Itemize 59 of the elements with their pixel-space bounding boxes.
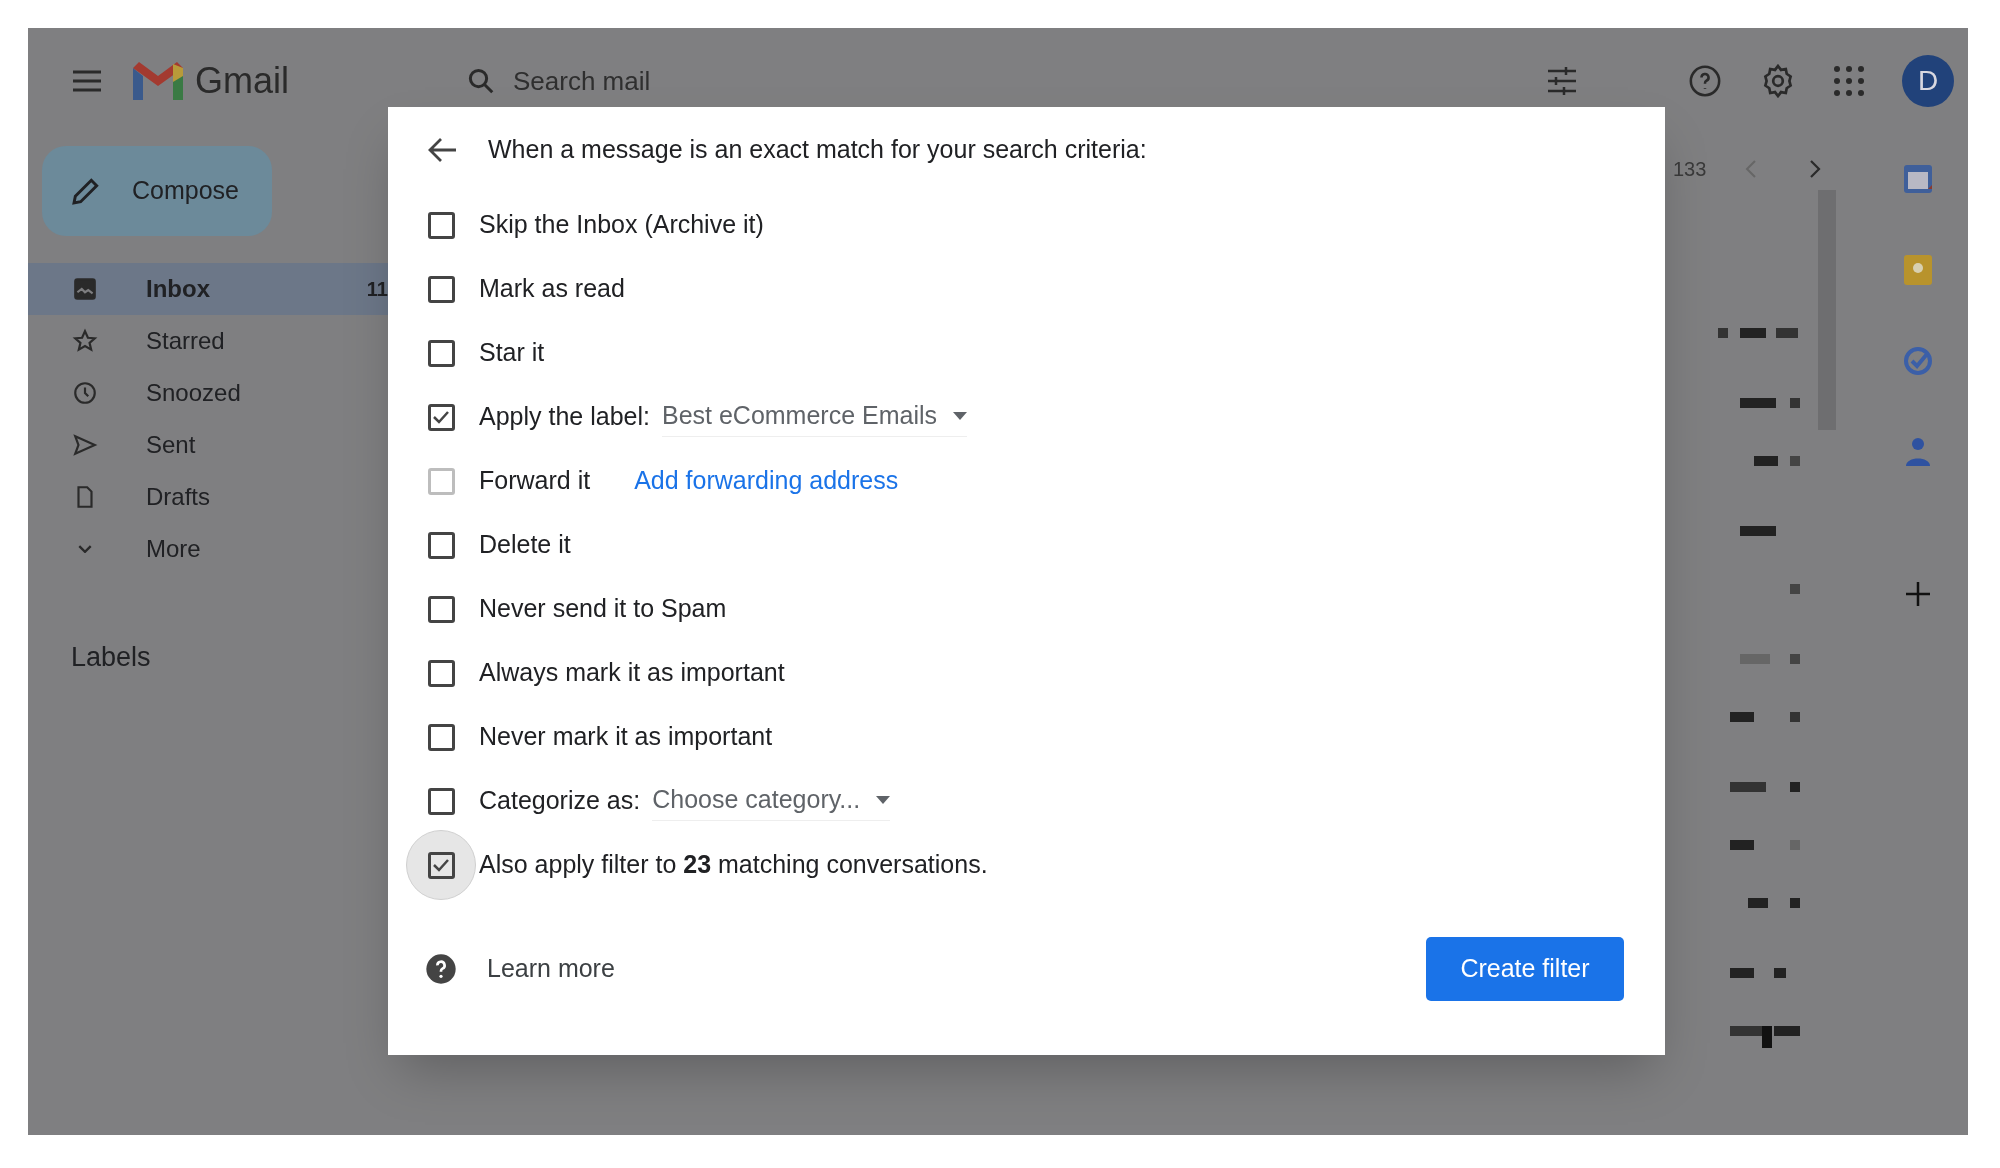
checkbox[interactable] [427,211,455,239]
note-icon[interactable] [1903,254,1933,286]
dialog-heading: When a message is an exact match for your search criteria: [488,134,1147,166]
caret-icon [876,795,891,804]
checkbox[interactable] [427,339,455,367]
nav-item[interactable]: Drafts [28,471,388,523]
checkbox[interactable] [427,595,455,623]
compose-button[interactable]: Compose [42,146,272,236]
chevron-down-icon [78,545,92,553]
add-icon[interactable] [1905,581,1931,607]
unread-count: 11 [366,277,388,302]
checkbox[interactable] [427,851,455,879]
task-check-icon[interactable] [1903,346,1933,376]
avatar[interactable]: D [1902,55,1954,107]
option-label: Mark as read [479,273,625,305]
star-icon [72,328,98,354]
dropdown[interactable]: Best eCommerce Emails [661,396,968,438]
option-label: Never mark it as important [479,721,773,753]
labels-heading: Labels [71,641,152,674]
clock-icon [72,380,98,406]
apps-grid-icon[interactable] [1834,66,1864,96]
option-label: Star it [479,337,545,369]
nav-item[interactable]: More [28,523,388,575]
calendar-icon[interactable] [1903,164,1933,194]
checkbox[interactable] [427,659,455,687]
nav-item[interactable]: Snoozed [28,367,388,419]
pencil-icon [70,175,102,207]
option-label: Skip the Inbox (Archive it) [479,209,764,241]
create-filter-button[interactable]: Create filter [1426,937,1624,1001]
checkbox[interactable] [427,403,455,431]
caret-icon [953,411,968,420]
search-icon [466,66,496,96]
inbox-icon [72,276,98,302]
chevron-right-icon[interactable] [1808,159,1823,179]
option-label: Always mark it as important [479,657,785,689]
nav-item[interactable]: Inbox 11 [28,263,388,315]
checkbox[interactable] [427,723,455,751]
nav-item[interactable]: Sent [28,419,388,471]
checkbox[interactable] [427,787,455,815]
option-label: Forward it [479,465,591,497]
logo-icon [133,62,183,100]
dropdown[interactable]: Choose category... [652,780,891,822]
checkbox[interactable] [427,275,455,303]
nav-item[interactable]: Starred [28,315,388,367]
filter-options-icon[interactable] [1546,67,1578,95]
option-label: Apply the label: [479,401,650,433]
option-label: Delete it [479,529,571,561]
menu-icon[interactable] [71,69,103,93]
help-icon[interactable] [425,953,457,985]
search-field[interactable]: Search mail [466,49,1598,113]
option-label: Never send it to Spam [479,593,727,625]
checkbox[interactable] [427,531,455,559]
back-arrow-icon[interactable] [428,137,458,163]
app-name: Gmail [195,59,289,103]
pagination-count: 133 [1673,157,1707,182]
option-label: Also apply filter to 23 matching conversations. [479,849,988,881]
learn-more-link[interactable]: Learn more [487,950,615,988]
send-icon [72,432,98,458]
option-label: Categorize as: [479,785,641,817]
